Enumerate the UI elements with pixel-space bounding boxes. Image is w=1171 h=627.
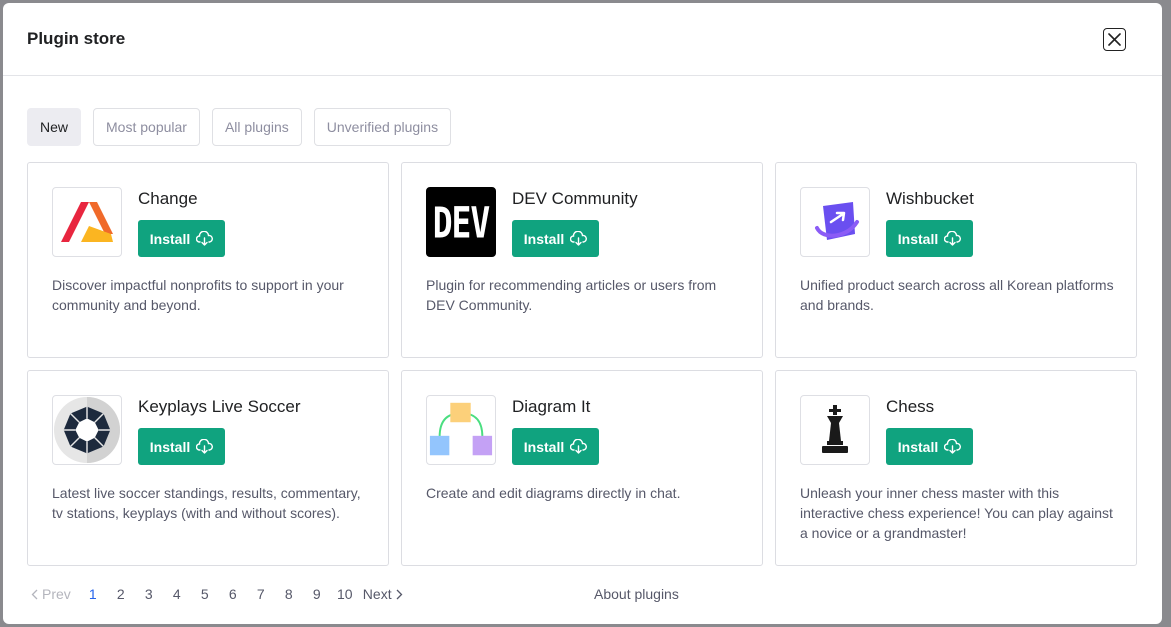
modal-title: Plugin store (27, 29, 126, 48)
page-7[interactable]: 7 (247, 586, 275, 602)
about-plugins-link[interactable]: About plugins (594, 584, 679, 604)
cloud-download-icon (570, 231, 588, 246)
page-8[interactable]: 8 (275, 586, 303, 602)
page-5[interactable]: 5 (191, 586, 219, 602)
page-9[interactable]: 9 (303, 586, 331, 602)
page-6[interactable]: 6 (219, 586, 247, 602)
tab-all-plugins[interactable]: All plugins (211, 108, 302, 146)
install-button[interactable]: Install (512, 220, 599, 257)
chevron-left-icon (31, 589, 38, 599)
page-4[interactable]: 4 (163, 586, 191, 602)
change-logo-icon (52, 187, 122, 257)
cloud-download-icon (196, 231, 214, 246)
tab-most-popular[interactable]: Most popular (93, 108, 200, 146)
install-button[interactable]: Install (138, 428, 225, 465)
plugin-card-wishbucket: Wishbucket Install Unified product searc… (775, 162, 1137, 358)
plugin-description: Latest live soccer standings, results, c… (52, 485, 361, 521)
install-button[interactable]: Install (886, 428, 973, 465)
install-label: Install (897, 438, 939, 455)
install-label: Install (149, 438, 191, 455)
page-2[interactable]: 2 (107, 586, 135, 602)
plugin-name: Keyplays Live Soccer (138, 397, 301, 416)
plugin-name: Change (138, 189, 198, 208)
plugin-name: Wishbucket (886, 189, 974, 208)
plugin-card-change: Change Install Discover impactful nonpro… (27, 162, 389, 358)
prev-label: Prev (42, 586, 71, 602)
plugin-name: Chess (886, 397, 935, 416)
page-3[interactable]: 3 (135, 586, 163, 602)
wishbucket-logo-icon (800, 187, 870, 257)
install-label: Install (523, 230, 565, 247)
plugin-description: Unified product search across all Korean… (800, 277, 1114, 313)
plugin-description: Plugin for recommending articles or user… (426, 277, 717, 313)
plugin-name: Diagram It (512, 397, 591, 416)
plugin-description: Create and edit diagrams directly in cha… (426, 485, 681, 501)
plugin-card-chess: Chess Install Unleash your inner chess m… (775, 370, 1137, 566)
plugin-card-dev-community: DEV DEV Community Install Plugin for rec… (401, 162, 763, 358)
cloud-download-icon (944, 231, 962, 246)
plugin-card-diagram-it: Diagram It Install Create and edit diagr… (401, 370, 763, 566)
plugin-store-modal: Plugin store New Most popular All plugin… (3, 3, 1162, 624)
soccer-ball-logo-icon (52, 395, 122, 465)
cloud-download-icon (944, 439, 962, 454)
pagination: Prev 1 2 3 4 5 6 7 8 9 10 Next (31, 584, 403, 604)
install-button[interactable]: Install (886, 220, 973, 257)
dev-logo-text: DEV (432, 196, 491, 248)
page-10[interactable]: 10 (331, 586, 359, 602)
install-button[interactable]: Install (512, 428, 599, 465)
install-label: Install (523, 438, 565, 455)
install-button[interactable]: Install (138, 220, 225, 257)
plugin-name: DEV Community (512, 189, 638, 208)
plugin-description: Unleash your inner chess master with thi… (800, 485, 1113, 541)
dev-logo-icon: DEV (426, 187, 496, 257)
next-label: Next (362, 586, 392, 602)
cloud-download-icon (570, 439, 588, 454)
close-button[interactable] (1103, 27, 1126, 51)
plugin-description: Discover impactful nonprofits to support… (52, 277, 344, 313)
modal-header: Plugin store (3, 3, 1162, 76)
filter-tabs: New Most popular All plugins Unverified … (27, 108, 452, 146)
install-label: Install (897, 230, 939, 247)
prev-page-button[interactable]: Prev (31, 586, 71, 602)
cloud-download-icon (196, 439, 214, 454)
chess-king-logo-icon (800, 395, 870, 465)
tab-unverified-plugins[interactable]: Unverified plugins (313, 108, 452, 146)
diagram-logo-icon (426, 395, 496, 465)
plugin-card-keyplays-live-soccer: Keyplays Live Soccer Install Latest live… (27, 370, 389, 566)
next-page-button[interactable]: Next (363, 586, 403, 602)
plugin-grid: Change Install Discover impactful nonpro… (27, 162, 1137, 566)
tab-new[interactable]: New (27, 108, 82, 146)
close-icon (1108, 32, 1121, 46)
page-1[interactable]: 1 (79, 586, 107, 602)
install-label: Install (149, 230, 191, 247)
chevron-right-icon (396, 589, 403, 599)
